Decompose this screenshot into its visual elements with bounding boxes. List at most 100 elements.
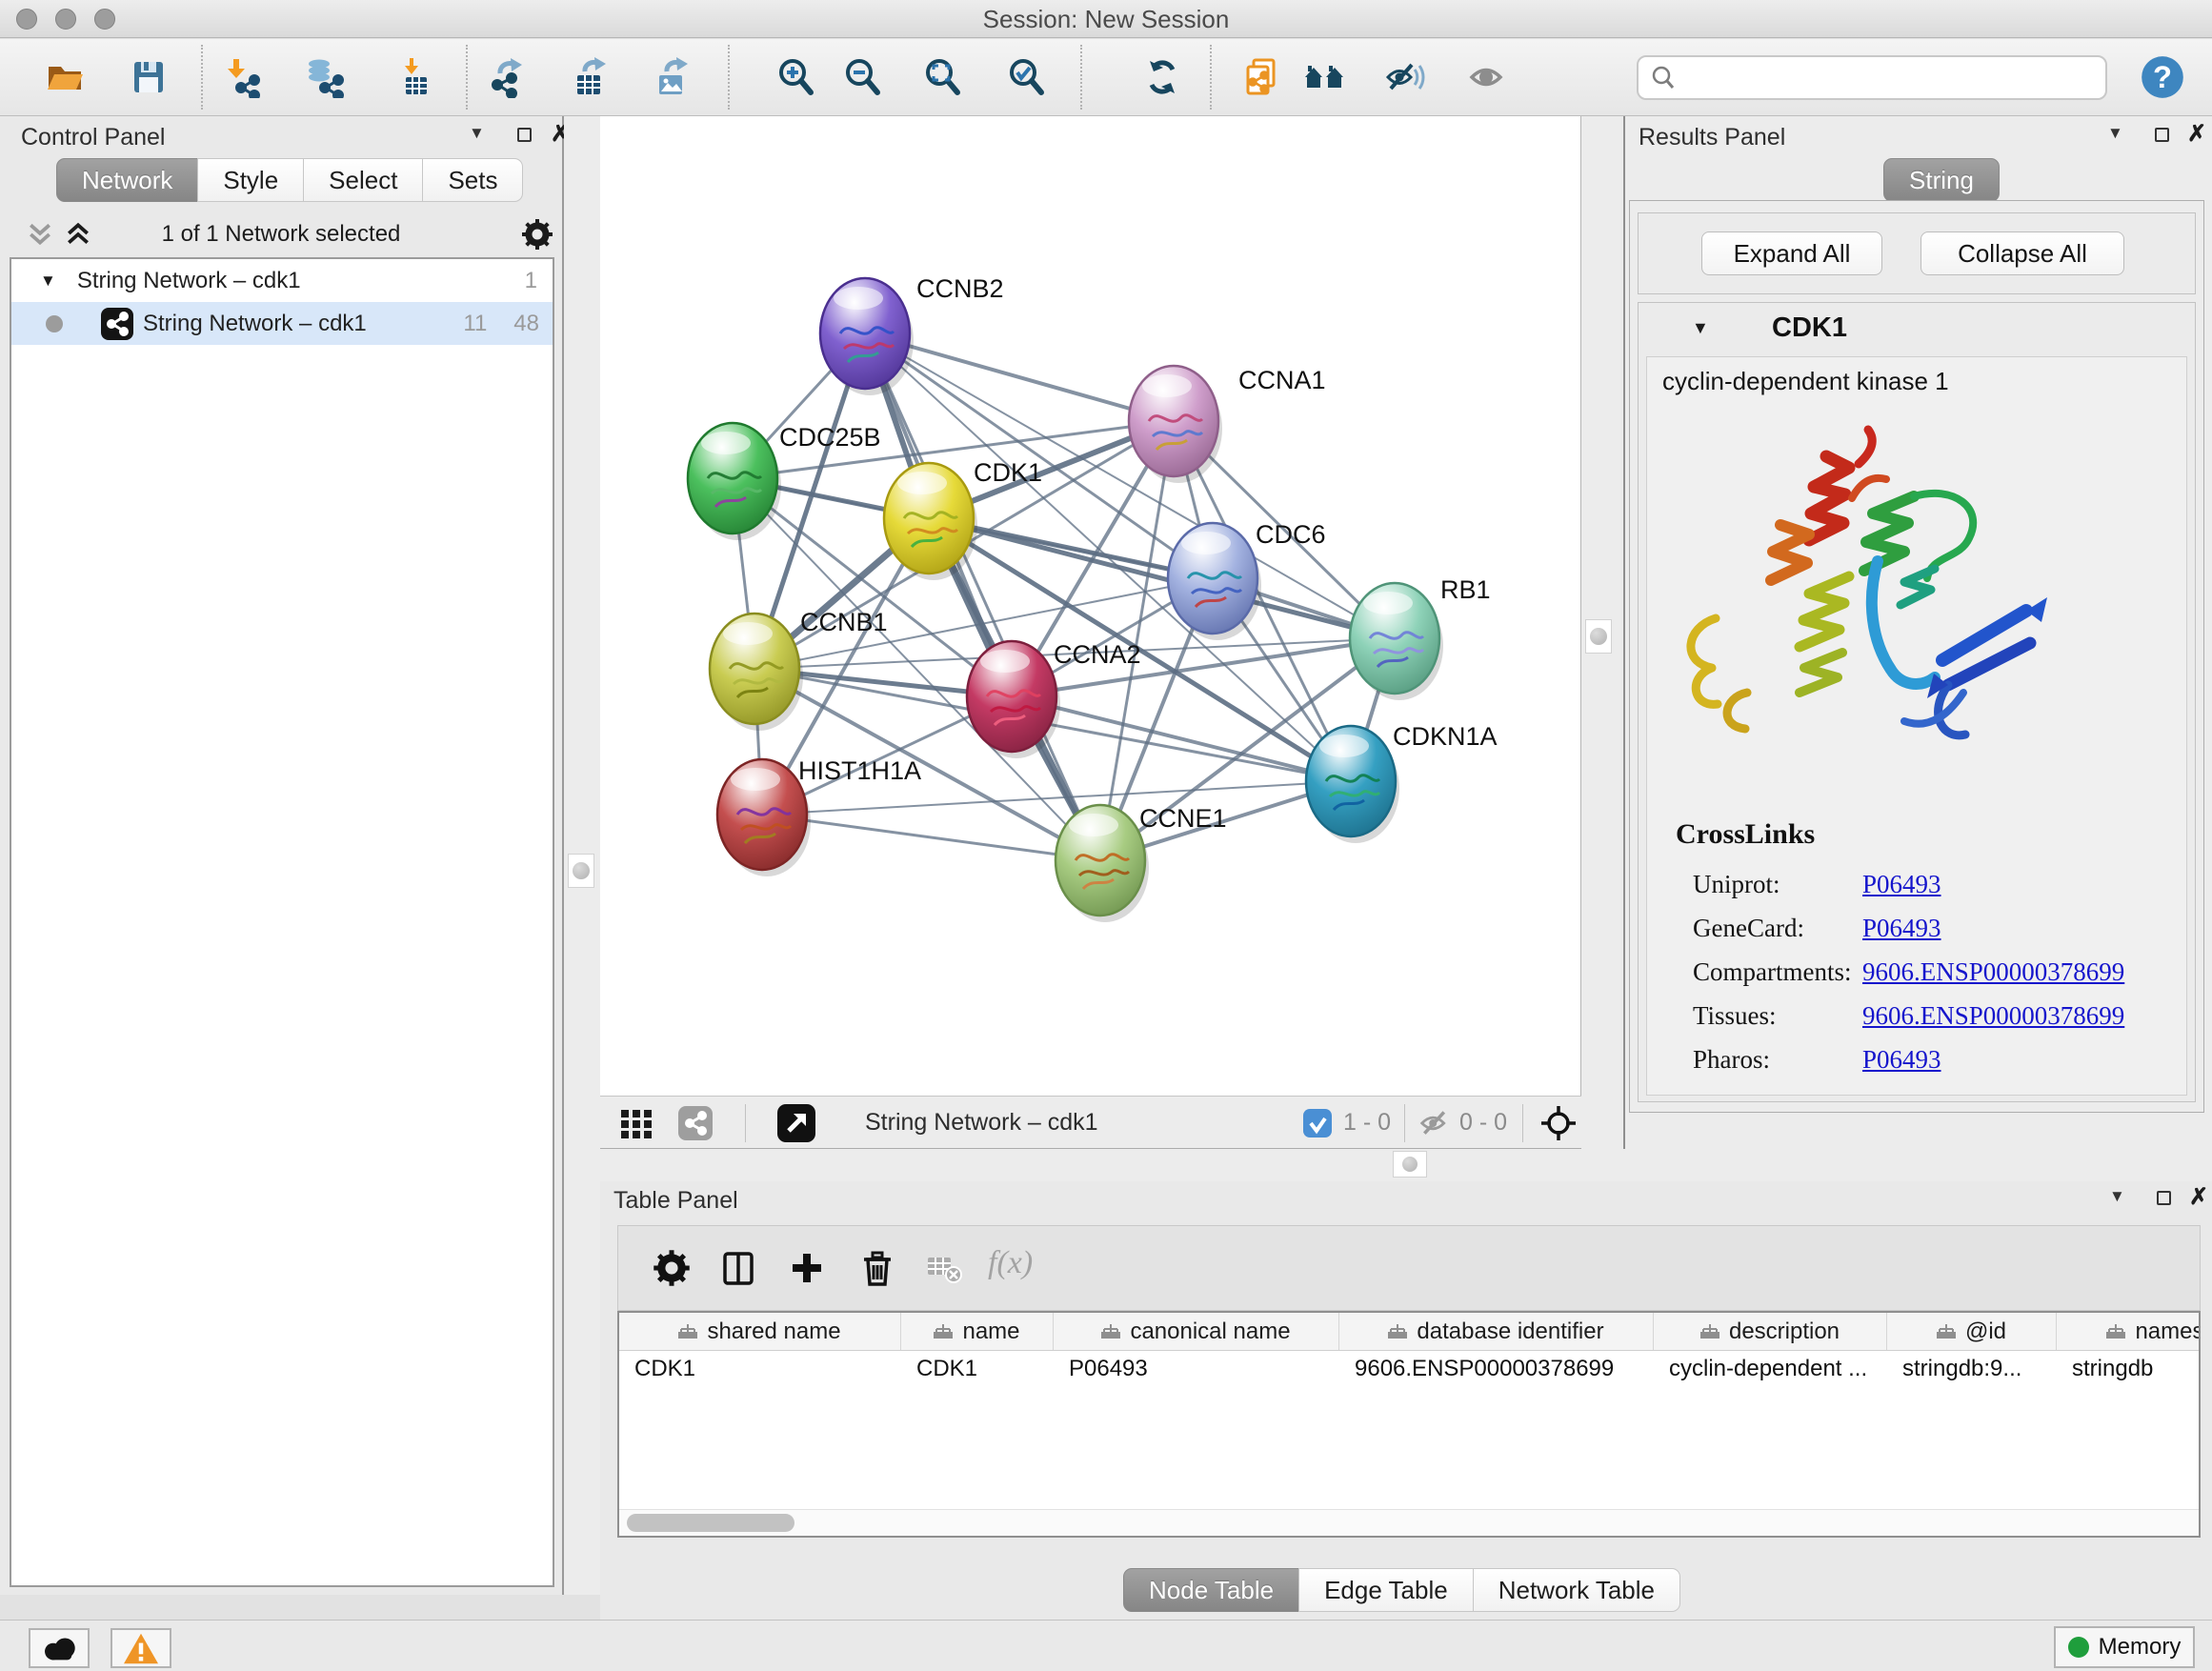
export-table-icon[interactable] [570,56,612,98]
column-header-shared-name[interactable]: shared name [619,1313,901,1350]
crosslink-row: GeneCard:P06493 [1676,906,2171,950]
refresh-icon[interactable] [1141,56,1183,98]
network-view-share-icon[interactable] [678,1106,713,1140]
results-panel-close-icon[interactable]: ✗ [2187,120,2206,148]
string-hide-glasses-icon[interactable] [1383,56,1425,98]
network-canvas[interactable]: CCNB2CCNA1CDC25BCDK1CDC6RB1CCNB1CCNA2CDK… [600,116,1581,1096]
search-field[interactable] [1637,55,2107,100]
column-header-canonical-name[interactable]: canonical name [1054,1313,1339,1350]
detach-view-icon[interactable] [777,1104,815,1142]
tree-row-network[interactable]: String Network – cdk1 11 48 [11,302,553,345]
tree-row-collection[interactable]: ▼ String Network – cdk1 1 [11,259,553,302]
results-panel-collapse-icon[interactable]: ▼ [2107,124,2123,143]
string-show-eye-icon[interactable] [1468,56,1510,98]
tab-select[interactable]: Select [303,158,423,202]
left-panel-divider[interactable] [564,116,600,1595]
collapse-all-button[interactable]: Collapse All [1920,232,2124,275]
table-tab-node-table[interactable]: Node Table [1123,1568,1299,1612]
column-header-name[interactable]: name [901,1313,1054,1350]
network-node-ccnb1[interactable] [710,614,803,731]
network-node-cdc6[interactable] [1168,523,1261,640]
network-node-ccnb2[interactable] [820,278,914,395]
export-image-icon[interactable] [652,56,694,98]
table-panel-float-icon[interactable] [2157,1191,2171,1210]
copy-string-network-icon[interactable] [1240,56,1282,98]
import-table-icon[interactable] [394,56,436,98]
string-home-icon[interactable] [1303,56,1345,98]
table-panel: Table Panel ▼ ✗ f(x) shared namenamecano… [600,1181,2212,1620]
gear-icon[interactable] [522,219,553,250]
column-header-database-identifier[interactable]: database identifier [1339,1313,1654,1350]
save-session-icon[interactable] [128,56,170,98]
network-graph[interactable]: CCNB2CCNA1CDC25BCDK1CDC6RB1CCNB1CCNA2CDK… [600,116,1581,1096]
crosslink-label: Compartments: [1676,957,1862,987]
memory-button[interactable]: Memory [2054,1626,2195,1668]
network-edge-HIST1H1A-CCNE1[interactable] [762,815,1100,860]
network-tree: ▼ String Network – cdk1 1 String Network… [10,257,554,1587]
table-row[interactable]: CDK1CDK1P064939606.ENSP00000378699cyclin… [619,1351,2199,1387]
divider-handle[interactable] [1585,619,1612,654]
network-node-ccna1[interactable] [1129,366,1222,483]
crosslink-tissues-[interactable]: 9606.ENSP00000378699 [1862,1001,2124,1031]
zoom-in-icon[interactable] [775,56,817,98]
zoom-fit-icon[interactable] [922,56,964,98]
crosslink-uniprot-[interactable]: P06493 [1862,870,1941,899]
table-panel-collapse-icon[interactable]: ▼ [2109,1187,2125,1206]
divider-handle[interactable] [568,854,594,888]
network-node-hist1h1a[interactable] [717,759,811,876]
warnings-button[interactable] [111,1628,171,1668]
birds-eye-view-icon[interactable] [1539,1104,1578,1142]
export-network-icon[interactable] [487,56,529,98]
column-header--id[interactable]: @id [1887,1313,2057,1350]
show-columns-icon[interactable] [719,1249,757,1287]
network-node-rb1[interactable] [1350,583,1443,700]
network-node-cdkn1a[interactable] [1306,726,1399,843]
tab-sets[interactable]: Sets [422,158,523,202]
horizontal-scrollbar[interactable] [619,1509,2199,1536]
table-gear-icon[interactable] [653,1249,691,1287]
add-column-icon[interactable] [788,1249,826,1287]
open-session-icon[interactable] [44,56,86,98]
window-close-button[interactable] [16,9,37,30]
zoom-selected-icon[interactable] [1006,56,1048,98]
import-network-file-icon[interactable] [222,56,264,98]
window-zoom-button[interactable] [94,9,115,30]
search-icon [1650,65,1677,91]
network-node-ccna2[interactable] [967,641,1060,758]
help-icon[interactable]: ? [2140,54,2185,100]
node-label: CDC6 [1256,520,1326,549]
node-count: 11 [463,311,487,337]
tab-network[interactable]: Network [56,158,198,202]
tab-style[interactable]: Style [197,158,304,202]
results-panel-float-icon[interactable] [2155,128,2169,147]
search-input[interactable] [1677,63,2086,92]
column-header-description[interactable]: description [1654,1313,1887,1350]
table-panel-divider[interactable] [600,1149,2212,1181]
column-header-namespace[interactable]: namespace [2057,1313,2201,1350]
crosslink-compartments-[interactable]: 9606.ENSP00000378699 [1862,957,2124,987]
zoom-out-icon[interactable] [842,56,884,98]
delete-column-icon[interactable] [858,1249,896,1287]
tree-expand-icon[interactable]: ▼ [40,272,56,291]
table-panel-close-icon[interactable]: ✗ [2189,1183,2208,1211]
cloud-button[interactable] [29,1628,90,1668]
selected-checkbox-icon[interactable] [1303,1109,1332,1137]
table-tab-edge-table[interactable]: Edge Table [1298,1568,1474,1612]
control-panel-float-icon[interactable] [517,128,532,147]
control-panel-collapse-icon[interactable]: ▼ [469,124,485,143]
window-minimize-button[interactable] [55,9,76,30]
network-node-cdk1[interactable] [884,463,977,580]
table-tab-network-table[interactable]: Network Table [1473,1568,1680,1612]
crosslink-pharos-[interactable]: P06493 [1862,1045,1941,1075]
grid-view-icon[interactable] [619,1106,654,1140]
divider-handle[interactable] [1393,1151,1427,1178]
gene-section-collapse-icon[interactable]: ▼ [1692,318,1709,338]
expand-all-button[interactable]: Expand All [1701,232,1882,275]
scrollbar-thumb[interactable] [627,1514,794,1532]
results-tab-string[interactable]: String [1883,158,2000,202]
crosslink-genecard-[interactable]: P06493 [1862,914,1941,943]
import-network-database-icon[interactable] [305,56,347,98]
results-panel-divider[interactable] [1581,116,1625,1181]
network-node-ccne1[interactable] [1056,805,1149,922]
column-header-label: canonical name [1130,1319,1290,1345]
